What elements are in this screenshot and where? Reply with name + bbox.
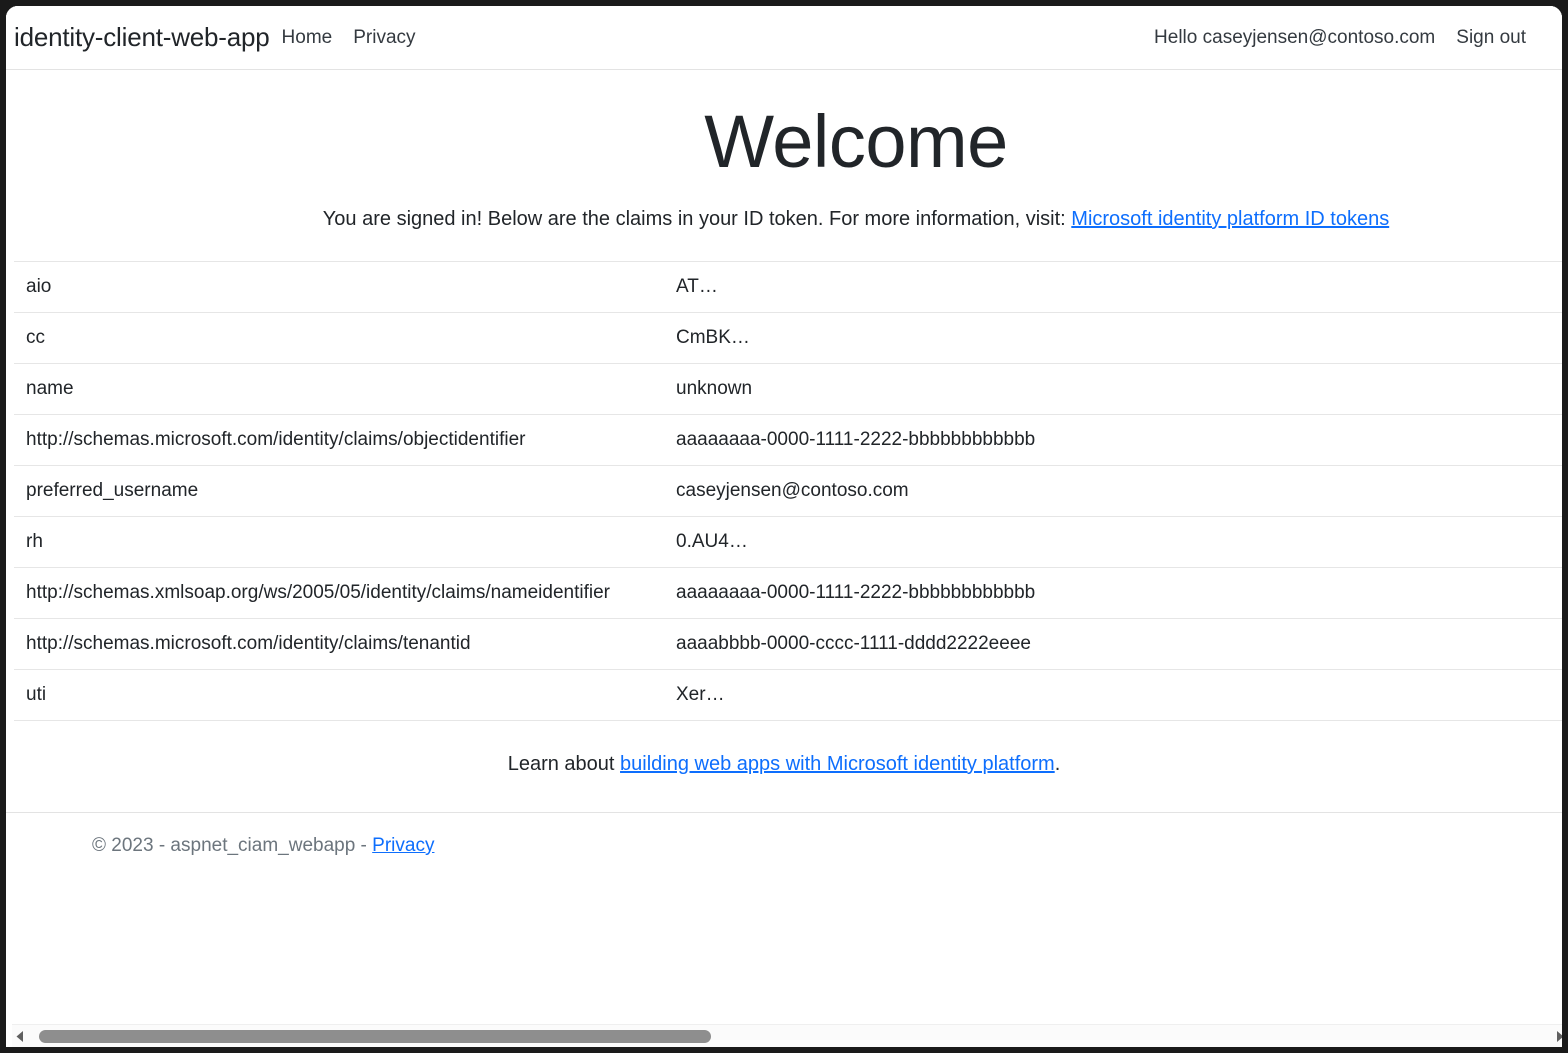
claims-table-row: http://schemas.microsoft.com/identity/cl…	[14, 414, 1562, 465]
claim-value-text: caseyjensen@contoso.com	[676, 480, 909, 502]
claims-table-row: rh0.AU4…	[14, 516, 1562, 567]
claim-value-text: unknown	[676, 378, 752, 400]
claim-key: aio	[14, 261, 664, 312]
claim-value: AT…	[664, 261, 1562, 312]
claim-value-ellipsis: …	[699, 276, 719, 297]
intro-paragraph: You are signed in! Below are the claims …	[6, 204, 1562, 234]
build-web-apps-link[interactable]: building web apps with Microsoft identit…	[620, 753, 1055, 775]
claims-table-row: name unknown	[14, 363, 1562, 414]
learn-more-section: Learn about building web apps with Micro…	[6, 721, 1562, 812]
browser-viewport: identity-client-web-app Home Privacy Hel…	[6, 6, 1562, 1047]
claim-value-ellipsis: …	[706, 684, 726, 705]
claims-table-container: aioAT…ccCmBK…nameunknownhttp://schemas.m…	[6, 261, 1562, 721]
claim-key: name	[14, 363, 664, 414]
claims-table-row: http://schemas.microsoft.com/identity/cl…	[14, 618, 1562, 669]
claim-value-ellipsis: …	[731, 327, 751, 348]
claim-value: aaaaaaaa-0000-1111-2222-bbbbbbbbbbbb	[664, 414, 1562, 465]
id-tokens-doc-link[interactable]: Microsoft identity platform ID tokens	[1071, 208, 1389, 230]
claim-value-text: 0.AU4	[676, 531, 729, 553]
claim-value: 0.AU4…	[664, 516, 1562, 567]
page-footer: © 2023 - aspnet_ciam_webapp - Privacy	[6, 812, 1562, 879]
claims-table-row: http://schemas.xmlsoap.org/ws/2005/05/id…	[14, 567, 1562, 618]
nav-link-privacy[interactable]: Privacy	[353, 27, 415, 49]
horizontal-scrollbar[interactable]	[12, 1024, 1562, 1047]
page-content: identity-client-web-app Home Privacy Hel…	[6, 6, 1562, 879]
claim-value-text: Xer	[676, 684, 706, 706]
page-scroll-area[interactable]: identity-client-web-app Home Privacy Hel…	[6, 6, 1562, 1024]
claim-value: aaaaaaaa-0000-1111-2222-bbbbbbbbbbbb	[664, 567, 1562, 618]
claim-key: cc	[14, 312, 664, 363]
claims-table-row: aioAT…	[14, 261, 1562, 312]
navbar-user-area: Hello caseyjensen@contoso.com Sign out	[1154, 27, 1534, 49]
claim-value-ellipsis: …	[729, 531, 749, 552]
claim-value-text: AT	[676, 276, 699, 298]
claim-value: Xer…	[664, 669, 1562, 720]
claim-value-text: aaaabbbb-0000-cccc-1111-dddd2222eeee	[676, 633, 1031, 655]
footer-copyright: © 2023 - aspnet_ciam_webapp -	[92, 835, 372, 856]
user-greeting[interactable]: Hello caseyjensen@contoso.com	[1154, 27, 1435, 49]
intro-text: You are signed in! Below are the claims …	[323, 208, 1072, 230]
claim-key: http://schemas.microsoft.com/identity/cl…	[14, 414, 664, 465]
navbar: identity-client-web-app Home Privacy Hel…	[6, 6, 1562, 70]
page-title: Welcome	[6, 98, 1562, 187]
claims-table-row: utiXer…	[14, 669, 1562, 720]
scrollbar-thumb[interactable]	[39, 1030, 711, 1043]
scroll-left-arrow-icon[interactable]	[12, 1025, 29, 1048]
claim-value-text: aaaaaaaa-0000-1111-2222-bbbbbbbbbbbb	[676, 582, 1035, 604]
scrollbar-track[interactable]	[29, 1025, 1551, 1048]
hero-section: Welcome You are signed in! Below are the…	[6, 70, 1562, 234]
claim-value: aaaabbbb-0000-cccc-1111-dddd2222eeee	[664, 618, 1562, 669]
claim-key: http://schemas.microsoft.com/identity/cl…	[14, 618, 664, 669]
nav-link-home[interactable]: Home	[282, 27, 333, 49]
claim-value: caseyjensen@contoso.com	[664, 465, 1562, 516]
claim-key: http://schemas.xmlsoap.org/ws/2005/05/id…	[14, 567, 664, 618]
claim-value-text: CmBK	[676, 327, 731, 349]
nav-links: Home Privacy	[282, 27, 416, 49]
learn-more-suffix: .	[1055, 753, 1061, 775]
browser-window: identity-client-web-app Home Privacy Hel…	[0, 0, 1568, 1053]
claim-value: unknown	[664, 363, 1562, 414]
claim-key: uti	[14, 669, 664, 720]
claims-table-body: aioAT…ccCmBK…nameunknownhttp://schemas.m…	[14, 261, 1562, 720]
footer-privacy-link[interactable]: Privacy	[372, 835, 434, 856]
learn-more-prefix: Learn about	[508, 753, 620, 775]
claim-key: rh	[14, 516, 664, 567]
sign-out-link[interactable]: Sign out	[1456, 27, 1526, 49]
claim-value-text: aaaaaaaa-0000-1111-2222-bbbbbbbbbbbb	[676, 429, 1035, 451]
claim-value: CmBK…	[664, 312, 1562, 363]
claims-table: aioAT…ccCmBK…nameunknownhttp://schemas.m…	[14, 261, 1562, 721]
main-content: Welcome You are signed in! Below are the…	[6, 70, 1562, 812]
claims-table-row: ccCmBK…	[14, 312, 1562, 363]
claims-table-row: preferred_username caseyjensen@contoso.co…	[14, 465, 1562, 516]
scroll-right-arrow-icon[interactable]	[1551, 1025, 1562, 1048]
brand-title[interactable]: identity-client-web-app	[14, 22, 270, 53]
claim-key: preferred_username	[14, 465, 664, 516]
